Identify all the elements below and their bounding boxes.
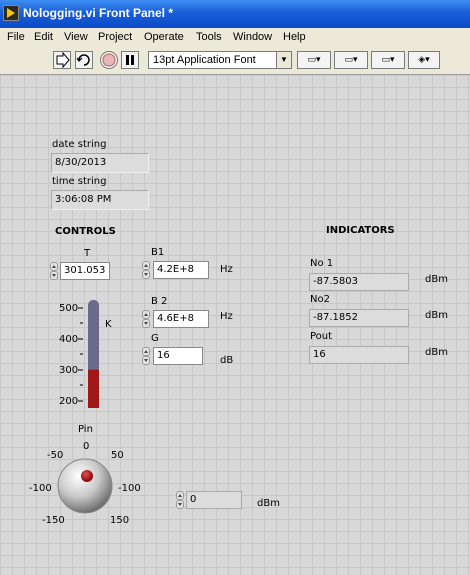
b2-unit: Hz (220, 311, 233, 322)
reorder-dropdown[interactable]: ◈▾ (408, 51, 440, 69)
menu-tools[interactable]: Tools (196, 31, 222, 43)
controls-heading: CONTROLS (55, 226, 116, 237)
menu-window[interactable]: Window (233, 31, 272, 43)
increment-arrow-icon[interactable] (142, 310, 150, 319)
menu-view[interactable]: View (64, 31, 88, 43)
reorder-icon: ◈▾ (418, 55, 430, 65)
increment-arrow-icon[interactable] (50, 262, 58, 271)
b1-unit: Hz (220, 264, 233, 275)
resize-objects-icon: ▭▾ (381, 55, 395, 65)
window-titlebar: Nologging.vi Front Panel * (0, 0, 470, 28)
no1-unit: dBm (425, 274, 448, 285)
run-continuously-button[interactable] (75, 51, 93, 69)
date-string-indicator: 8/30/2013 (51, 153, 149, 173)
thermometer-gauge[interactable] (78, 298, 102, 410)
thermometer-unit: K (105, 319, 112, 330)
b2-increment-decrement[interactable] (142, 310, 150, 328)
no2-indicator: -87.1852 (309, 309, 409, 327)
run-continuously-icon (76, 54, 90, 66)
pin-label: Pin (78, 424, 93, 435)
chevron-down-icon: ▼ (276, 52, 291, 68)
t-label: T (84, 248, 91, 259)
thermometer-fill (88, 369, 99, 408)
g-numeric-control[interactable]: 16 (153, 347, 203, 365)
menu-edit[interactable]: Edit (34, 31, 53, 43)
knob-scale-0: 0 (83, 441, 90, 452)
no2-unit: dBm (425, 310, 448, 321)
thermometer-scale-300: 300 (59, 365, 79, 376)
font-dropdown[interactable]: 13pt Application Font ▼ (148, 51, 292, 69)
window-title: Nologging.vi Front Panel * (23, 6, 173, 20)
g-unit: dB (220, 355, 234, 366)
decrement-arrow-icon[interactable] (142, 319, 150, 328)
knob-scale-minus-100-right: -100 (118, 483, 141, 494)
menu-project[interactable]: Project (98, 31, 132, 43)
abort-button[interactable] (100, 51, 118, 69)
g-label: G (151, 333, 159, 344)
knob-scale-minus-100-left: -100 (29, 483, 52, 494)
b2-label: B 2 (151, 296, 168, 307)
pout-indicator: 16 (309, 346, 409, 364)
menu-operate[interactable]: Operate (144, 31, 184, 43)
menu-bar: File Edit View Project Operate Tools Win… (0, 28, 470, 46)
font-dropdown-value: 13pt Application Font (153, 54, 256, 66)
pin-value-increment-decrement[interactable] (176, 491, 184, 509)
menu-file[interactable]: File (7, 31, 25, 43)
indicators-heading: INDICATORS (326, 225, 395, 236)
increment-arrow-icon[interactable] (142, 347, 150, 356)
thermometer-scale-500: 500 (59, 303, 79, 314)
abort-stop-icon (102, 53, 116, 67)
run-button[interactable] (53, 51, 71, 69)
labview-vi-icon (3, 5, 19, 21)
decrement-arrow-icon[interactable] (142, 356, 150, 365)
pin-value-display[interactable]: 0 (186, 491, 242, 509)
no1-label: No 1 (310, 258, 334, 269)
pin-value-unit: dBm (257, 498, 280, 509)
decrement-arrow-icon[interactable] (50, 271, 58, 280)
menu-help[interactable]: Help (283, 31, 306, 43)
front-panel: date string 8/30/2013 time string 3:06:0… (0, 75, 470, 575)
time-string-indicator: 3:06:08 PM (51, 190, 149, 210)
b1-numeric-control[interactable]: 4.2E+8 (153, 261, 209, 279)
b2-numeric-control[interactable]: 4.6E+8 (153, 310, 209, 328)
knob-pointer-dot (81, 470, 93, 482)
b1-label: B1 (151, 247, 165, 258)
increment-arrow-icon[interactable] (142, 261, 150, 270)
align-objects-dropdown[interactable]: ▭▾ (297, 51, 331, 69)
distribute-objects-icon: ▭▾ (344, 55, 358, 65)
align-objects-icon: ▭▾ (307, 55, 321, 65)
no2-label: No2 (310, 294, 330, 305)
pout-unit: dBm (425, 347, 448, 358)
resize-objects-dropdown[interactable]: ▭▾ (371, 51, 405, 69)
no1-indicator: -87.5803 (309, 273, 409, 291)
b1-increment-decrement[interactable] (142, 261, 150, 279)
toolbar: 13pt Application Font ▼ ▭▾ ▭▾ ▭▾ ◈▾ (0, 46, 470, 75)
increment-arrow-icon[interactable] (176, 491, 184, 500)
thermometer-scale-200: 200 (59, 396, 79, 407)
pin-knob[interactable] (54, 455, 116, 517)
pout-label: Pout (310, 331, 333, 342)
decrement-arrow-icon[interactable] (176, 500, 184, 509)
g-increment-decrement[interactable] (142, 347, 150, 365)
pause-icon (126, 55, 134, 65)
t-numeric-control[interactable]: 301.053 (60, 262, 110, 280)
decrement-arrow-icon[interactable] (142, 270, 150, 279)
date-string-label: date string (52, 139, 107, 150)
distribute-objects-dropdown[interactable]: ▭▾ (334, 51, 368, 69)
t-increment-decrement[interactable] (50, 262, 58, 280)
thermometer-scale-400: 400 (59, 334, 79, 345)
pause-button[interactable] (121, 51, 139, 69)
run-arrow-icon (56, 51, 70, 69)
time-string-label: time string (52, 176, 107, 187)
